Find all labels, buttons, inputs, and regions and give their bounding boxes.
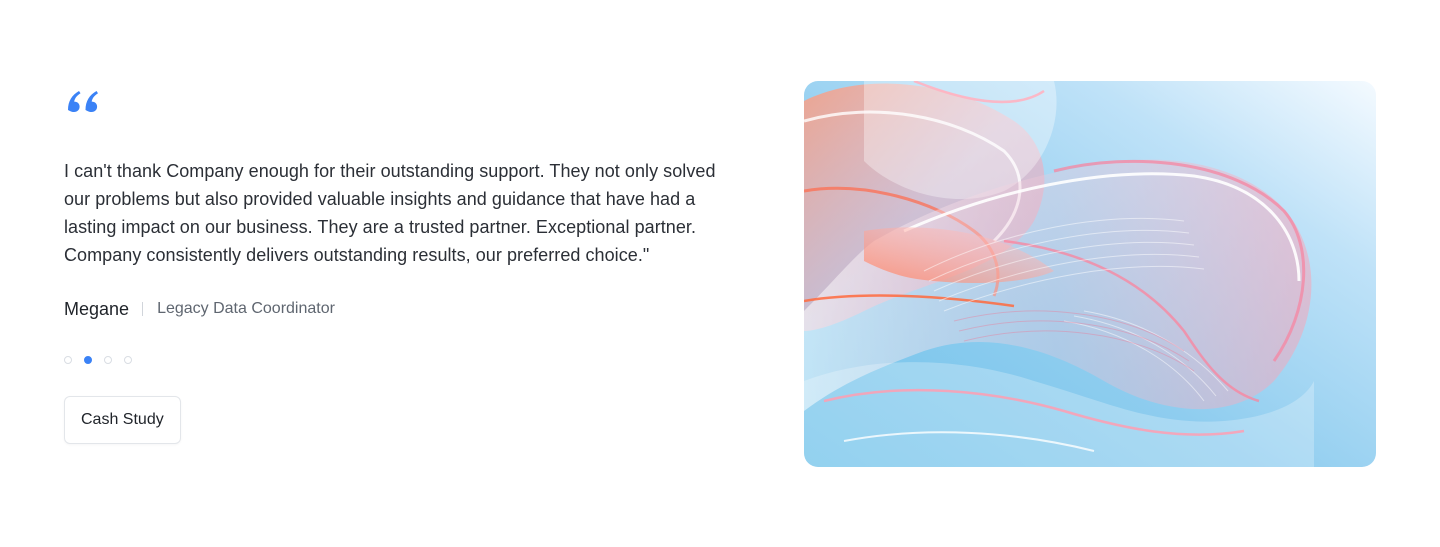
pagination-dot-3[interactable]	[104, 356, 112, 364]
quote-open-icon	[68, 91, 98, 112]
testimonial-section: I can't thank Company enough for their o…	[0, 0, 1440, 547]
testimonial-image	[804, 81, 1376, 467]
pagination-dots	[64, 355, 724, 365]
abstract-glass-ribbon-image	[804, 81, 1376, 467]
case-study-button[interactable]: Cash Study	[64, 396, 181, 444]
testimonial-content: I can't thank Company enough for their o…	[64, 84, 724, 444]
testimonial-quote: I can't thank Company enough for their o…	[64, 161, 716, 265]
author-name: Megane	[64, 299, 130, 319]
author-divider	[142, 302, 144, 316]
pagination-dot-2[interactable]	[84, 356, 92, 364]
pagination-dot-4[interactable]	[124, 356, 132, 364]
author-info: Megane Legacy Data Coordinator	[64, 297, 724, 321]
author-role: Legacy Data Coordinator	[157, 300, 335, 317]
pagination-dot-1[interactable]	[64, 356, 72, 364]
